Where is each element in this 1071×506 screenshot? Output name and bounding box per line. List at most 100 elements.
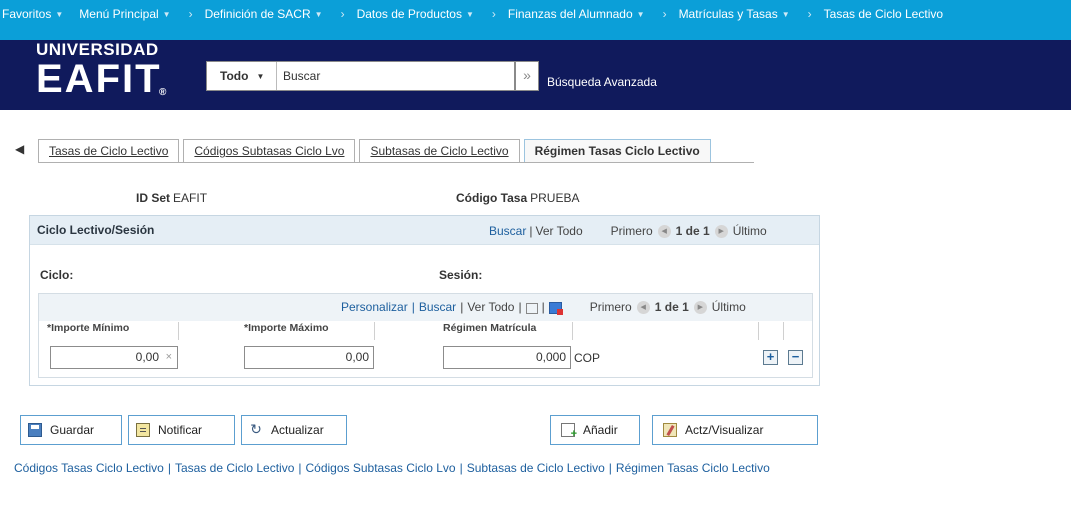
tab-scroll-left-icon[interactable]: ◀ bbox=[15, 142, 24, 156]
update-display-button-label: Actz/Visualizar bbox=[685, 423, 764, 437]
bottom-link-regimen-tasas[interactable]: Régimen Tasas Ciclo Lectivo bbox=[616, 461, 770, 475]
grid-find-link[interactable]: Buscar bbox=[489, 224, 526, 238]
clear-field-icon[interactable]: × bbox=[166, 347, 172, 368]
add-row-icon[interactable]: + bbox=[763, 350, 778, 365]
subgrid-find-link[interactable]: Buscar bbox=[419, 300, 456, 314]
grid-view-all-link[interactable]: Ver Todo bbox=[535, 224, 582, 238]
column-divider bbox=[178, 322, 179, 340]
breadcrumb-separator-icon: › bbox=[491, 7, 496, 21]
add-button[interactable]: + Añadir bbox=[550, 415, 640, 445]
nav-tasas-ciclo-lectivo[interactable]: Tasas de Ciclo Lectivo bbox=[824, 7, 943, 21]
nav-finanzas-alumnado[interactable]: Finanzas del Alumnado ▼ bbox=[508, 7, 645, 21]
ciclo-label: Ciclo: bbox=[40, 268, 74, 282]
min-amount-value: 0,00 bbox=[135, 350, 159, 364]
rate-schedule-grid: Personalizar | Buscar | Ver Todo | | Pri… bbox=[38, 293, 813, 378]
pipe-separator: | bbox=[541, 300, 545, 314]
bottom-link-tasas-ciclo[interactable]: Tasas de Ciclo Lectivo bbox=[175, 461, 294, 475]
download-excel-icon[interactable] bbox=[548, 302, 563, 315]
nav-favoritos[interactable]: Favoritos ▼ bbox=[2, 7, 63, 21]
refresh-button[interactable]: ↻ Actualizar bbox=[241, 415, 347, 445]
pipe-separator: | bbox=[167, 461, 171, 475]
nav-favoritos-label: Favoritos bbox=[2, 7, 52, 21]
zoom-grid-icon[interactable] bbox=[525, 302, 538, 314]
top-nav-bar: Favoritos ▼ Menú Principal ▼ › Definición … bbox=[0, 0, 1071, 40]
nav-menu-principal-label: Menú Principal bbox=[79, 7, 159, 21]
notify-icon bbox=[136, 423, 150, 437]
max-amount-input[interactable]: 0,00 bbox=[244, 346, 374, 369]
nav-matriculas-tasas-label: Matrículas y Tasas bbox=[678, 7, 778, 21]
header-banner: UNIVERSIDAD EAFIT ® Todo ▼ Buscar » Búsq… bbox=[0, 40, 1071, 110]
column-header-max: *Importe Máximo bbox=[244, 322, 374, 340]
chevron-down-icon: ▼ bbox=[781, 9, 790, 19]
notify-button-label: Notificar bbox=[158, 423, 203, 437]
bottom-link-subtasas-ciclo[interactable]: Subtasas de Ciclo Lectivo bbox=[467, 461, 605, 475]
pipe-separator: | bbox=[411, 300, 415, 314]
pipe-separator: | bbox=[529, 224, 533, 238]
tab-codigos-subtasas[interactable]: Códigos Subtasas Ciclo Lvo bbox=[183, 139, 356, 163]
term-session-title: Ciclo Lectivo/Sesión bbox=[37, 223, 155, 237]
search-scope-dropdown[interactable]: Todo ▼ bbox=[207, 62, 277, 90]
prev-arrow-icon[interactable]: ◀ bbox=[657, 224, 671, 238]
grid-first-link[interactable]: Primero bbox=[611, 224, 653, 238]
advanced-search-link[interactable]: Búsqueda Avanzada bbox=[547, 75, 657, 89]
logo-registered-mark: ® bbox=[159, 87, 167, 98]
column-divider bbox=[783, 322, 784, 340]
save-button[interactable]: Guardar bbox=[20, 415, 122, 445]
tab-divider bbox=[38, 162, 754, 163]
rate-code-field: Código Tasa PRUEBA bbox=[456, 191, 579, 205]
subgrid-first-link[interactable]: Primero bbox=[590, 300, 632, 314]
bottom-link-codigos-tasas[interactable]: Códigos Tasas Ciclo Lectivo bbox=[14, 461, 164, 475]
min-amount-input[interactable]: 0,00 × bbox=[50, 346, 178, 369]
subgrid-row-count: 1 de 1 bbox=[654, 300, 689, 314]
subgrid-view-all-link[interactable]: Ver Todo bbox=[467, 300, 514, 314]
rate-input[interactable]: 0,000 bbox=[443, 346, 571, 369]
update-display-icon bbox=[663, 423, 677, 437]
logo-line-2: EAFIT bbox=[36, 57, 162, 101]
search-box: Todo ▼ Buscar bbox=[206, 61, 515, 91]
search-input[interactable]: Buscar bbox=[277, 69, 320, 83]
delete-row-icon[interactable]: − bbox=[788, 350, 803, 365]
next-arrow-icon[interactable]: ▶ bbox=[714, 224, 728, 238]
personalize-link[interactable]: Personalizar bbox=[341, 300, 408, 314]
breadcrumb-separator-icon: › bbox=[340, 7, 345, 21]
tab-bar: Tasas de Ciclo Lectivo Códigos Subtasas … bbox=[38, 139, 715, 163]
chevron-down-icon: ▼ bbox=[162, 9, 171, 19]
nav-matriculas-tasas[interactable]: Matrículas y Tasas ▼ bbox=[679, 7, 790, 21]
save-icon bbox=[28, 423, 42, 437]
nav-datos-productos[interactable]: Datos de Productos ▼ bbox=[357, 7, 474, 21]
prev-arrow-icon[interactable]: ◀ bbox=[636, 300, 650, 314]
grid-row-count: 1 de 1 bbox=[675, 224, 710, 238]
bottom-page-links: Códigos Tasas Ciclo Lectivo | Tasas de Cic… bbox=[14, 461, 770, 475]
next-arrow-icon[interactable]: ▶ bbox=[693, 300, 707, 314]
rate-code-label: Código Tasa bbox=[456, 191, 528, 205]
bottom-link-codigos-subtasas[interactable]: Códigos Subtasas Ciclo Lvo bbox=[306, 461, 456, 475]
term-session-scroll-area: Ciclo Lectivo/Sesión Buscar | Ver Todo P… bbox=[29, 215, 820, 386]
tab-regimen-tasas[interactable]: Régimen Tasas Ciclo Lectivo bbox=[523, 139, 711, 163]
grid-last-link[interactable]: Último bbox=[733, 224, 767, 238]
chevron-down-icon: ▼ bbox=[55, 9, 64, 19]
nav-definicion-sacr[interactable]: Definición de SACR ▼ bbox=[205, 7, 323, 21]
chevron-down-icon: ▼ bbox=[465, 9, 474, 19]
refresh-button-label: Actualizar bbox=[271, 423, 324, 437]
notify-button[interactable]: Notificar bbox=[128, 415, 235, 445]
breadcrumb-separator-icon: › bbox=[188, 7, 193, 21]
sesion-label: Sesión: bbox=[439, 268, 483, 282]
refresh-icon: ↻ bbox=[250, 421, 262, 437]
setid-value: EAFIT bbox=[173, 191, 208, 205]
tab-tasas-ciclo-lectivo[interactable]: Tasas de Ciclo Lectivo bbox=[38, 139, 180, 163]
subgrid-last-link[interactable]: Último bbox=[712, 300, 746, 314]
search-go-button[interactable]: » bbox=[515, 61, 539, 91]
column-header-rate: Régimen Matrícula bbox=[443, 322, 573, 340]
pipe-separator: | bbox=[608, 461, 612, 475]
pipe-separator: | bbox=[298, 461, 302, 475]
chevron-down-icon: ▼ bbox=[314, 9, 323, 19]
update-display-button[interactable]: Actz/Visualizar bbox=[652, 415, 818, 445]
search-scope-label: Todo bbox=[220, 69, 249, 83]
nav-finanzas-alumnado-label: Finanzas del Alumnado bbox=[507, 7, 633, 21]
column-divider bbox=[758, 322, 759, 340]
setid-label: ID Set bbox=[136, 191, 171, 205]
tab-subtasas-ciclo-lectivo[interactable]: Subtasas de Ciclo Lectivo bbox=[359, 139, 520, 163]
nav-menu-principal[interactable]: Menú Principal ▼ bbox=[79, 7, 170, 21]
term-session-header: Ciclo Lectivo/Sesión Buscar | Ver Todo P… bbox=[30, 216, 819, 245]
nav-tasas-ciclo-lectivo-label: Tasas de Ciclo Lectivo bbox=[823, 7, 944, 21]
